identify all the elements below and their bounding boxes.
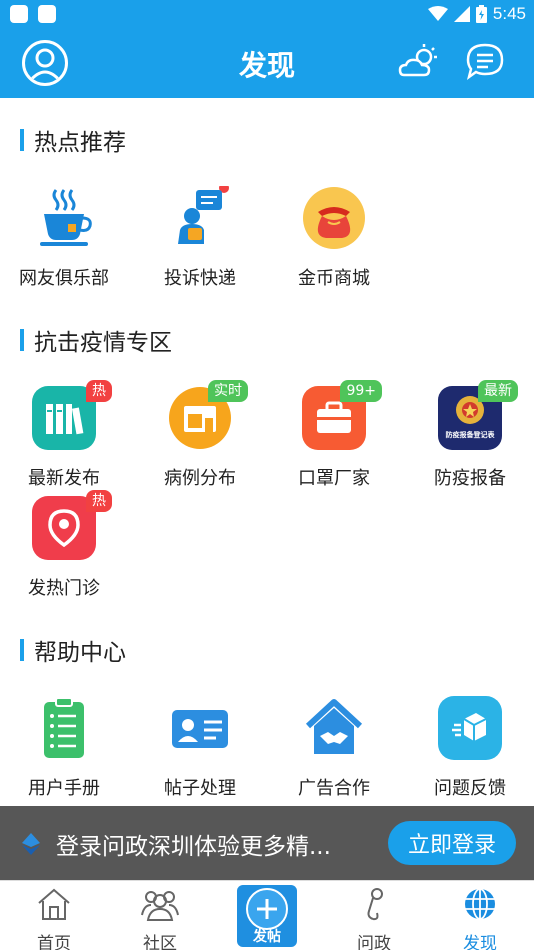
login-now-button[interactable]: 立即登录 (388, 821, 516, 865)
id-card-icon (172, 710, 228, 748)
coffee-cup-icon (40, 189, 92, 246)
section-title-help: 帮助中心 (20, 633, 126, 667)
item-coin-mall[interactable]: 金币商城 (274, 186, 394, 290)
item-fever-clinic[interactable]: 热 发热门诊 (4, 490, 124, 600)
community-icon (141, 891, 179, 921)
weather-icon[interactable] (398, 42, 440, 82)
signal-icon (453, 6, 470, 22)
home-icon (38, 888, 70, 920)
login-banner-text: 登录问政深圳体验更多精... (56, 834, 331, 860)
handshake-house-icon (305, 699, 363, 754)
clipboard-icon (44, 697, 84, 758)
tab-discover[interactable]: 发现 (440, 887, 520, 950)
wifi-icon (427, 6, 448, 21)
section-title-hot: 热点推荐 (20, 123, 126, 157)
item-feedback[interactable]: 问题反馈 (410, 696, 530, 800)
count-badge: 99+ (340, 380, 382, 402)
item-ad-cooperation[interactable]: 广告合作 (274, 696, 394, 800)
realtime-badge: 实时 (208, 380, 248, 402)
hot-badge: 热 (86, 490, 112, 512)
notification-icon (10, 5, 28, 23)
battery-icon (475, 5, 487, 23)
post-button[interactable]: 发帖 (237, 885, 297, 947)
item-latest-release[interactable]: 热 最新发布 (4, 380, 124, 490)
item-courier-complaint[interactable]: 投诉快递 (140, 183, 260, 290)
emblem-caption: 防疫报备登记表 (445, 431, 495, 439)
bottom-tab-bar: 首页 社区 发帖 问政 发现 (0, 880, 534, 950)
page-title: 发现 (238, 49, 295, 82)
app-logo-icon (22, 833, 40, 855)
microphone-icon (367, 888, 383, 921)
tab-home[interactable]: 首页 (14, 887, 94, 950)
section-title-epidemic: 抗击疫情专区 (20, 323, 172, 357)
message-icon[interactable] (464, 42, 506, 82)
tab-community[interactable]: 社区 (120, 887, 200, 950)
hot-badge: 热 (86, 380, 112, 402)
feedback-box-icon (438, 696, 502, 760)
globe-icon (465, 888, 495, 920)
status-bar: 5:45 (0, 0, 534, 28)
clock: 5:45 (492, 4, 526, 23)
login-banner: 登录问政深圳体验更多精... 立即登录 (0, 806, 534, 880)
notification-icon (38, 5, 56, 23)
coin-bag-icon (303, 187, 365, 249)
item-netizen-club[interactable]: 网友俱乐部 (4, 186, 124, 290)
tab-wenzheng[interactable]: 问政 (334, 887, 414, 950)
item-user-manual[interactable]: 用户手册 (4, 696, 124, 800)
item-mask-factories[interactable]: 99+ 口罩厂家 (274, 380, 394, 490)
plus-icon (257, 899, 277, 919)
item-case-distribution[interactable]: 实时 病例分布 (140, 380, 260, 490)
courier-complaint-icon (178, 183, 229, 244)
item-epidemic-report[interactable]: 防疫报备登记表 最新 防疫报备 (410, 380, 530, 490)
app-header: 发现 (0, 28, 534, 98)
newest-badge: 最新 (478, 380, 518, 402)
item-post-handling[interactable]: 帖子处理 (140, 696, 260, 800)
